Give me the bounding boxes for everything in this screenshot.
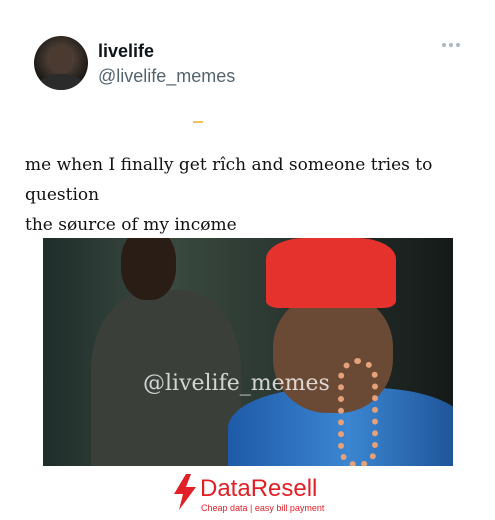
avatar-face bbox=[50, 44, 72, 74]
avatar-shirt bbox=[38, 74, 84, 90]
brand-logo: DataResell Cheap data | easy bill paymen… bbox=[170, 472, 340, 516]
background-person bbox=[91, 238, 241, 466]
avatar[interactable] bbox=[34, 36, 88, 90]
post-text: me when I finally get rîch and someone t… bbox=[25, 150, 485, 240]
decorative-mark bbox=[193, 121, 203, 123]
media-watermark: @livelife_memes bbox=[143, 371, 330, 396]
display-name[interactable]: livelife bbox=[98, 41, 154, 62]
more-options-icon[interactable] bbox=[442, 40, 464, 50]
brand-name: DataResell bbox=[200, 475, 318, 502]
post-header: livelife @livelife_memes bbox=[34, 36, 474, 96]
post-text-line: me when I finally get rîch and someone t… bbox=[25, 155, 433, 205]
user-handle[interactable]: @livelife_memes bbox=[98, 66, 235, 87]
brand-tagline: Cheap data | easy bill payment bbox=[201, 503, 325, 513]
post-media-image[interactable]: @livelife_memes bbox=[43, 238, 453, 466]
lightning-bolt-icon bbox=[174, 474, 196, 510]
post-text-line: the søurce of my incøme bbox=[25, 215, 237, 235]
chief-figure bbox=[228, 238, 453, 466]
